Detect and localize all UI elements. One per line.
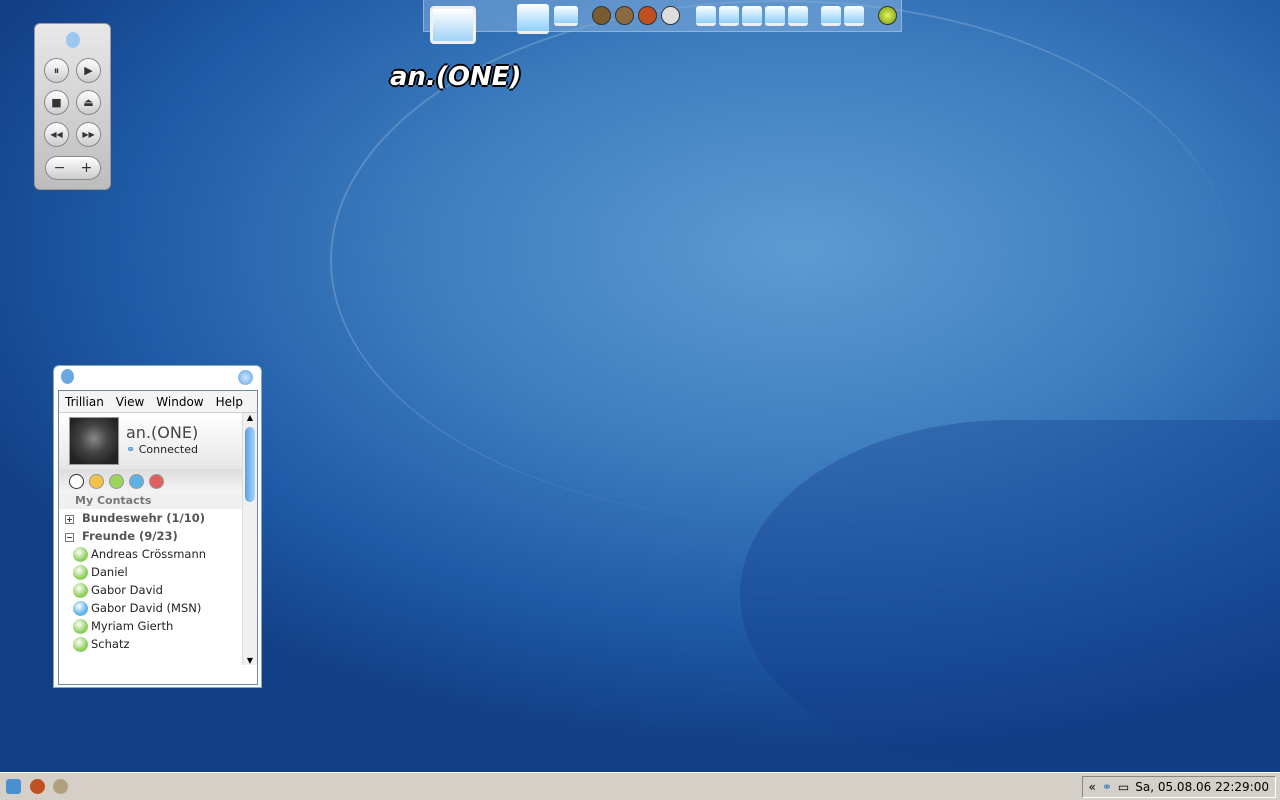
menu-trillian[interactable]: Trillian — [59, 391, 110, 412]
app-icon[interactable] — [53, 779, 68, 794]
contact-item[interactable]: Myriam Gierth — [59, 617, 257, 635]
stop-button[interactable]: ■ — [44, 90, 69, 115]
taskbar: « ⚭ ▭ Sa, 05.08.06 22:29:00 — [0, 772, 1280, 800]
drive-icon[interactable] — [517, 4, 549, 34]
folder-icon[interactable] — [844, 6, 864, 26]
contact-name: Andreas Crössmann — [91, 547, 207, 561]
expand-icon[interactable]: + — [65, 515, 74, 524]
network-icon[interactable]: ⚭ — [1102, 780, 1112, 794]
contact-item[interactable]: Andreas Crössmann — [59, 545, 257, 563]
contact-list: My Contacts + Bundeswehr (1/10) − Freunde … — [59, 493, 257, 653]
app-icon[interactable] — [878, 6, 897, 25]
menu-window[interactable]: Window — [150, 391, 209, 412]
contact-item[interactable]: Schatz — [59, 635, 257, 653]
folder-icon[interactable] — [788, 6, 808, 26]
group-label: Bundeswehr (1/10) — [82, 511, 206, 525]
status-offline-button[interactable] — [149, 473, 164, 489]
folder-icon[interactable] — [696, 6, 716, 26]
app-icon[interactable] — [615, 6, 634, 25]
title-bar[interactable] — [54, 366, 261, 390]
computer-icon[interactable] — [430, 6, 476, 44]
profile-panel: an.(ONE) ⚭ Connected — [59, 413, 257, 469]
scroll-down-icon[interactable]: ▼ — [243, 656, 257, 665]
tray-expand-button[interactable]: « — [1089, 780, 1096, 794]
contact-name: Gabor David — [91, 583, 163, 597]
contact-name: Daniel — [91, 565, 128, 579]
network-icon[interactable] — [661, 6, 680, 25]
avatar[interactable] — [69, 417, 119, 465]
folder-icon[interactable] — [742, 6, 762, 26]
status-icon — [73, 618, 88, 634]
forward-button[interactable]: ▶▶ — [76, 122, 101, 147]
group-label: Freunde (9/23) — [82, 529, 178, 543]
drive-icon[interactable] — [554, 6, 578, 26]
wallpaper-shape — [740, 420, 1280, 770]
folder-icon[interactable] — [765, 6, 785, 26]
close-button[interactable] — [238, 370, 253, 385]
apple-icon — [66, 32, 80, 48]
contact-name: Schatz — [91, 637, 130, 651]
status-msn-button[interactable] — [129, 473, 144, 489]
power-icon[interactable]: ▭ — [1118, 780, 1129, 794]
group-freunde[interactable]: − Freunde (9/23) — [59, 527, 257, 545]
menu-bar: Trillian View Window Help — [59, 391, 257, 413]
scroll-thumb[interactable] — [245, 427, 255, 502]
profile-name: an.(ONE) — [126, 423, 199, 442]
chat-icon[interactable] — [69, 473, 84, 489]
status-bar — [59, 469, 257, 493]
folder-icon[interactable] — [719, 6, 739, 26]
start-icon[interactable] — [6, 779, 21, 794]
folder-icon[interactable] — [821, 6, 841, 26]
app-icon[interactable] — [592, 6, 611, 25]
group-bundeswehr[interactable]: + Bundeswehr (1/10) — [59, 509, 257, 527]
contact-item[interactable]: Gabor David (MSN) — [59, 599, 257, 617]
contact-name: Myriam Gierth — [91, 619, 174, 633]
contacts-header: My Contacts — [59, 493, 257, 509]
contact-item[interactable]: Gabor David — [59, 581, 257, 599]
status-icon — [73, 636, 88, 652]
play-button[interactable]: ▶ — [76, 58, 101, 83]
dock — [423, 0, 902, 34]
volume-down-button[interactable]: − — [54, 160, 66, 176]
trillian-window: Trillian View Window Help an.(ONE) ⚭ Con… — [53, 365, 262, 688]
connection-icon: ⚭ — [126, 443, 139, 456]
scrollbar[interactable]: ▲ ▼ — [242, 413, 257, 665]
system-tray: « ⚭ ▭ Sa, 05.08.06 22:29:00 — [1081, 776, 1276, 798]
media-controller: ⏸ ▶ ■ ⏏ ◀◀ ▶▶ − + — [34, 23, 111, 190]
apple-icon — [61, 369, 74, 384]
status-away-button[interactable] — [89, 473, 104, 489]
status-online-button[interactable] — [109, 473, 124, 489]
scroll-up-icon[interactable]: ▲ — [243, 413, 257, 422]
volume-control: − + — [45, 156, 101, 180]
volume-up-button[interactable]: + — [81, 160, 93, 176]
app-icon[interactable] — [638, 6, 657, 25]
status-icon — [73, 564, 88, 580]
menu-view[interactable]: View — [110, 391, 150, 412]
menu-help[interactable]: Help — [210, 391, 249, 412]
status-icon — [73, 546, 88, 562]
rewind-button[interactable]: ◀◀ — [44, 122, 69, 147]
contact-name: Gabor David (MSN) — [91, 601, 202, 615]
clock[interactable]: Sa, 05.08.06 22:29:00 — [1135, 780, 1269, 794]
pause-button[interactable]: ⏸ — [44, 58, 69, 83]
contact-item[interactable]: Daniel — [59, 563, 257, 581]
firefox-icon[interactable] — [30, 779, 45, 794]
status-icon — [73, 600, 88, 616]
desktop-icon-label: an.(ONE) — [390, 62, 522, 92]
collapse-icon[interactable]: − — [65, 533, 74, 542]
eject-button[interactable]: ⏏ — [76, 90, 101, 115]
connection-status: Connected — [138, 443, 198, 456]
status-icon — [73, 582, 88, 598]
